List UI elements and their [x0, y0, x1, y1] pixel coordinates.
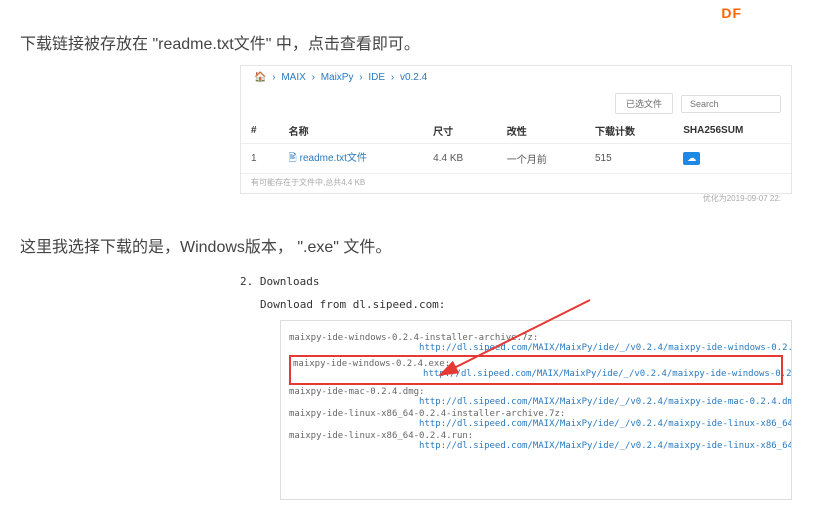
highlighted-exe-entry: maixpy-ide-windows-0.2.4.exe: http://dl.…: [289, 355, 783, 385]
list-item: maixpy-ide-linux-x86_64-0.2.4.run: http:…: [289, 431, 783, 451]
file-table: # 名称 尺寸 改性 下载计数 SHA256SUM 1 🖹readme.txt文…: [241, 118, 791, 174]
cell-modified: 一个月前: [497, 144, 585, 174]
footer-note: 有可能存在于文件中,总共4.4 KB: [241, 174, 791, 191]
dl-name: maixpy-ide-linux-x86_64-0.2.4-installer-…: [289, 409, 565, 419]
th-size: 尺寸: [423, 118, 497, 144]
downloads-subheading: Download from dl.sipeed.com:: [260, 298, 445, 311]
list-item: maixpy-ide-linux-x86_64-0.2.4-installer-…: [289, 409, 783, 429]
breadcrumb: 🏠 › MAIX › MaixPy › IDE › v0.2.4: [241, 66, 791, 89]
download-icon[interactable]: ☁: [683, 152, 700, 165]
th-downloads: 下载计数: [585, 118, 673, 144]
breadcrumb-maix[interactable]: MAIX: [281, 72, 305, 83]
th-modified: 改性: [497, 118, 585, 144]
dl-url[interactable]: http://dl.sipeed.com/MAIX/MaixPy/ide/_/v…: [419, 441, 792, 451]
dl-name: maixpy-ide-windows-0.2.4-installer-archi…: [289, 333, 538, 343]
file-icon: 🖹: [289, 153, 297, 164]
breadcrumb-home-icon[interactable]: 🏠: [254, 72, 266, 83]
cell-index: 1: [241, 144, 279, 174]
intro-text-windows: 这里我选择下载的是，Windows版本， ".exe" 文件。: [20, 233, 391, 257]
breadcrumb-version[interactable]: v0.2.4: [400, 72, 427, 83]
downloads-heading: 2. Downloads: [240, 275, 319, 288]
th-index: #: [241, 118, 279, 144]
list-item: maixpy-ide-windows-0.2.4.exe: http://dl.…: [293, 359, 779, 379]
footer-time: 优化为2019-09-07 22:: [241, 191, 791, 206]
selected-files-button[interactable]: 已选文件: [615, 93, 673, 114]
toolbar: 已选文件: [241, 89, 791, 118]
list-item: maixpy-ide-mac-0.2.4.dmg: http://dl.sipe…: [289, 387, 783, 407]
list-item: maixpy-ide-windows-0.2.4-installer-archi…: [289, 333, 783, 353]
cell-size: 4.4 KB: [423, 144, 497, 174]
dl-url[interactable]: http://dl.sipeed.com/MAIX/MaixPy/ide/_/v…: [423, 369, 792, 379]
intro-text-readme: 下载链接被存放在 "readme.txt文件" 中，点击查看即可。: [20, 30, 420, 54]
file-browser-screenshot: 🏠 › MAIX › MaixPy › IDE › v0.2.4 已选文件 # …: [240, 65, 792, 194]
dl-name: maixpy-ide-linux-x86_64-0.2.4.run:: [289, 431, 473, 441]
th-name: 名称: [279, 118, 424, 144]
cell-downloads: 515: [585, 144, 673, 174]
file-link[interactable]: readme.txt文件: [300, 153, 367, 164]
breadcrumb-ide[interactable]: IDE: [368, 72, 385, 83]
dl-name: maixpy-ide-windows-0.2.4.exe:: [293, 359, 450, 369]
cell-sha: ☁: [673, 144, 791, 174]
dl-url[interactable]: http://dl.sipeed.com/MAIX/MaixPy/ide/_/v…: [419, 419, 792, 429]
cell-name[interactable]: 🖹readme.txt文件: [279, 144, 424, 174]
download-list-screenshot: maixpy-ide-windows-0.2.4-installer-archi…: [280, 320, 792, 500]
df-logo: DF: [721, 5, 742, 21]
dl-url[interactable]: http://dl.sipeed.com/MAIX/MaixPy/ide/_/v…: [419, 397, 792, 407]
dl-name: maixpy-ide-mac-0.2.4.dmg:: [289, 387, 424, 397]
th-sha: SHA256SUM: [673, 118, 791, 144]
breadcrumb-maixpy[interactable]: MaixPy: [321, 72, 354, 83]
search-input[interactable]: [681, 95, 781, 113]
dl-url[interactable]: http://dl.sipeed.com/MAIX/MaixPy/ide/_/v…: [419, 343, 792, 353]
table-row: 1 🖹readme.txt文件 4.4 KB 一个月前 515 ☁: [241, 144, 791, 174]
